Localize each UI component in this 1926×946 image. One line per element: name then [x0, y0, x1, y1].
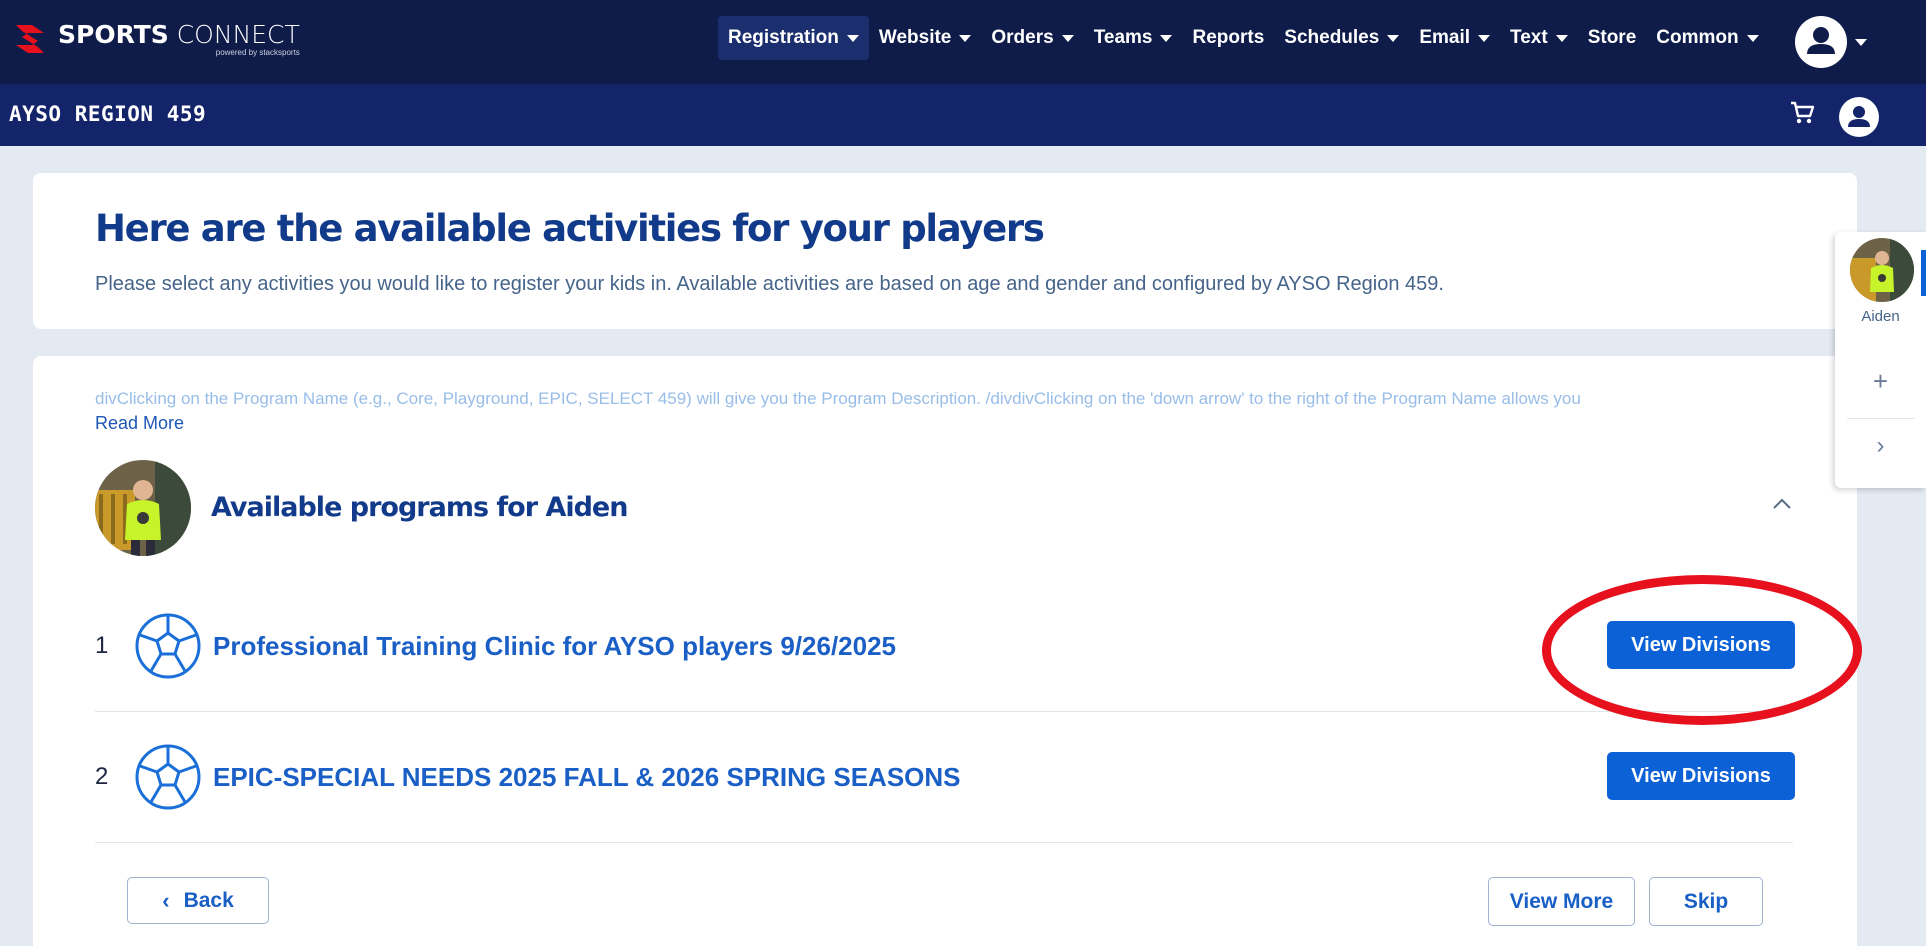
logo-mark-icon: [16, 25, 44, 53]
sports-connect-logo[interactable]: SPORTS CONNECT powered by stacksports: [8, 18, 300, 60]
profile-avatar-button[interactable]: [1839, 97, 1879, 137]
program-notice-text: divClicking on the Program Name (e.g., C…: [95, 389, 1581, 408]
active-player-indicator: [1921, 250, 1926, 296]
logo-tagline: powered by stacksports: [215, 47, 300, 57]
side-player-avatar[interactable]: [1850, 238, 1914, 302]
top-nav-bar: SPORTS CONNECT powered by stacksports Re…: [0, 0, 1926, 84]
programs-card: divClicking on the Program Name (e.g., C…: [33, 356, 1857, 946]
soccer-ball-icon: [135, 744, 201, 810]
menu-teams[interactable]: Teams: [1084, 16, 1183, 60]
chevron-right-icon[interactable]: ›: [1835, 432, 1926, 460]
chevron-down-icon: [846, 34, 859, 42]
view-divisions-button[interactable]: View Divisions: [1607, 752, 1795, 800]
menu-text[interactable]: Text: [1500, 16, 1578, 60]
menu-schedules[interactable]: Schedules: [1274, 16, 1409, 60]
chevron-down-icon: [959, 34, 972, 42]
logo-title: SPORTS CONNECT: [58, 19, 300, 49]
main-menu: Registration Website Orders Teams Report…: [718, 16, 1769, 60]
view-more-button[interactable]: View More: [1488, 877, 1635, 926]
read-more-link[interactable]: Read More: [95, 413, 184, 434]
chevron-left-icon: ‹: [162, 887, 170, 913]
program-number: 2: [95, 763, 109, 790]
divider: [1847, 418, 1915, 419]
menu-registration[interactable]: Registration: [718, 16, 869, 60]
menu-email[interactable]: Email: [1409, 16, 1500, 60]
soccer-ball-icon: [135, 613, 201, 679]
chevron-down-icon: [1478, 34, 1491, 42]
account-avatar-button[interactable]: [1795, 16, 1847, 68]
page-header-card: Here are the available activities for yo…: [33, 173, 1857, 329]
cart-icon[interactable]: [1789, 100, 1815, 126]
chevron-up-icon[interactable]: [1770, 494, 1794, 514]
user-icon: [1807, 27, 1835, 54]
menu-store[interactable]: Store: [1578, 16, 1647, 60]
program-name-link[interactable]: Professional Training Clinic for AYSO pl…: [213, 631, 896, 662]
menu-reports[interactable]: Reports: [1182, 16, 1274, 60]
chevron-down-icon: [1746, 34, 1759, 42]
view-divisions-button[interactable]: View Divisions: [1607, 621, 1795, 669]
program-name-link[interactable]: EPIC-SPECIAL NEEDS 2025 FALL & 2026 SPRI…: [213, 762, 961, 793]
player-switcher-panel: Aiden + ›: [1835, 232, 1926, 488]
program-row: 2 EPIC-SPECIAL NEEDS 2025 FALL & 2026 SP…: [95, 712, 1795, 843]
user-icon: [1848, 106, 1870, 127]
add-player-icon[interactable]: +: [1835, 366, 1926, 397]
player-section-title: Available programs for Aiden: [211, 492, 628, 523]
program-row: 1 Professional Training Clinic for AYSO …: [95, 581, 1795, 712]
chevron-down-icon: [1061, 34, 1074, 42]
side-player-name: Aiden: [1861, 308, 1900, 325]
menu-common[interactable]: Common: [1646, 16, 1768, 60]
org-name: AYSO REGION 459: [9, 102, 207, 126]
menu-orders[interactable]: Orders: [981, 16, 1083, 60]
chevron-down-icon: [1160, 34, 1173, 42]
chevron-down-icon: [1555, 34, 1568, 42]
chevron-down-icon: [1387, 34, 1400, 42]
back-button[interactable]: ‹ Back: [127, 877, 269, 924]
page-title: Here are the available activities for yo…: [95, 207, 1045, 250]
account-chevron-down-icon[interactable]: [1855, 39, 1867, 46]
program-number: 1: [95, 632, 109, 659]
skip-button[interactable]: Skip: [1649, 877, 1763, 926]
org-bar: AYSO REGION 459: [0, 84, 1926, 146]
player-photo: [95, 460, 191, 556]
page-description: Please select any activities you would l…: [95, 273, 1444, 295]
menu-website[interactable]: Website: [869, 16, 982, 60]
